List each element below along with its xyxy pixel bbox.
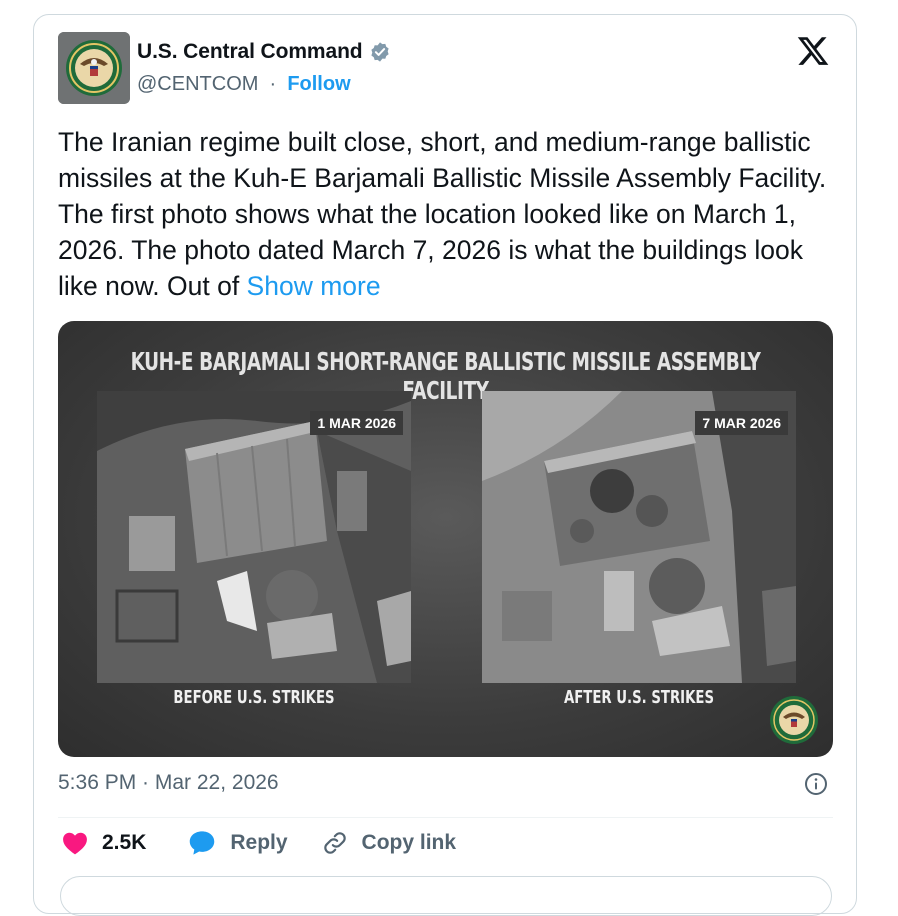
copy-link-label: Copy link <box>361 831 457 854</box>
reply-button[interactable]: Reply <box>188 830 288 856</box>
author-handle[interactable]: @CENTCOM <box>137 73 258 95</box>
like-button[interactable]: 2.5K <box>62 831 146 855</box>
follow-button[interactable]: Follow <box>287 73 350 95</box>
before-photo: 1 MAR 2026 <box>97 391 411 683</box>
author-name[interactable]: U.S. Central Command <box>137 40 363 64</box>
link-icon <box>323 832 346 854</box>
before-caption: BEFORE U.S. STRIKES <box>173 687 335 708</box>
info-icon[interactable] <box>804 772 828 796</box>
before-date-tag: 1 MAR 2026 <box>310 411 403 435</box>
verified-badge-icon <box>370 42 389 62</box>
like-count: 2.5K <box>102 831 147 854</box>
after-photo: 7 MAR 2026 <box>482 391 796 683</box>
centcom-seal-watermark-icon <box>770 696 818 744</box>
tweet-timestamp[interactable]: 5:36 PM · Mar 22, 2026 <box>58 771 279 795</box>
divider <box>58 817 833 818</box>
handle-separator: · <box>263 73 282 95</box>
centcom-seal-icon <box>58 32 130 104</box>
x-logo-icon[interactable] <box>796 34 830 68</box>
reply-label: Reply <box>230 831 288 854</box>
tweet-actions: 2.5K Reply Copy link <box>62 830 456 856</box>
avatar[interactable] <box>58 32 130 104</box>
tweet-text: The Iranian regime built close, short, a… <box>58 124 838 304</box>
tweet-media-image[interactable]: KUH-E BARJAMALI SHORT-RANGE BALLISTIC MI… <box>58 321 833 757</box>
heart-icon <box>63 832 87 855</box>
after-caption: AFTER U.S. STRIKES <box>563 687 715 708</box>
tweet-body: The Iranian regime built close, short, a… <box>58 127 827 301</box>
show-more-link[interactable]: Show more <box>247 271 381 301</box>
reply-bubble-icon <box>190 831 215 855</box>
copy-link-button[interactable]: Copy link <box>322 830 457 856</box>
after-date-tag: 7 MAR 2026 <box>695 411 788 435</box>
read-replies-button[interactable] <box>60 876 832 916</box>
author-name-row: U.S. Central Command <box>137 40 391 64</box>
author-handle-row: @CENTCOM · Follow <box>137 73 351 96</box>
